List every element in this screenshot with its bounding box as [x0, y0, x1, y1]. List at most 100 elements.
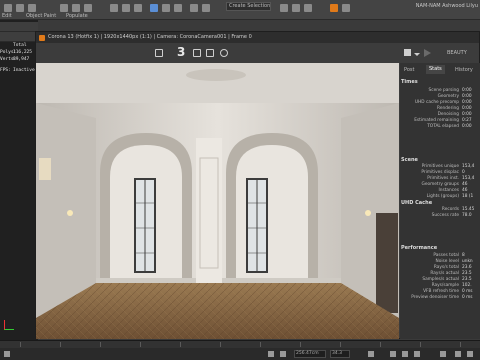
- select-by-name-icon[interactable]: [72, 4, 80, 12]
- next-frame-icon[interactable]: [414, 351, 420, 357]
- time-config-icon[interactable]: [440, 351, 446, 357]
- stat-value: 23.6: [462, 265, 472, 270]
- undo-icon[interactable]: [4, 4, 12, 12]
- selection-set-dropdown[interactable]: Create Selection Se: [226, 2, 271, 11]
- stat-value: 46: [462, 188, 468, 193]
- stat-value: 0:00: [462, 94, 472, 99]
- tick: [460, 342, 461, 347]
- tick: [20, 342, 21, 347]
- select-icon[interactable]: [60, 4, 68, 12]
- copy-icon[interactable]: [193, 49, 201, 57]
- section-performance: Performance: [401, 245, 438, 251]
- stat-key: Geometry groups: [421, 182, 459, 187]
- stat-key: Preview denoiser time: [411, 295, 459, 300]
- link-icon[interactable]: [28, 4, 36, 12]
- scale-icon[interactable]: [134, 4, 142, 12]
- stat-value: 0:00: [462, 112, 472, 117]
- render-play-icon[interactable]: [424, 49, 431, 57]
- absolute-mode-icon[interactable]: [280, 351, 286, 357]
- rotate-icon[interactable]: [122, 4, 130, 12]
- stat-key: Rendering: [437, 106, 459, 111]
- stat-key: Records: [441, 207, 459, 212]
- viewport-label-bar[interactable]: [0, 22, 38, 32]
- stat-row: Success rate 78.0: [400, 213, 480, 219]
- stat-value: 0 ms: [462, 295, 473, 300]
- stat-value: 23.5: [462, 277, 472, 282]
- stat-value: 0:00: [462, 106, 472, 111]
- fps-value: Inactive: [13, 68, 35, 73]
- tab-post[interactable]: Post: [404, 67, 414, 73]
- stat-value: 0 ms: [462, 289, 473, 294]
- stat-key: Lights (groups): [426, 194, 459, 199]
- corona-icon[interactable]: [330, 4, 338, 12]
- tick: [140, 342, 141, 347]
- stat-row: Preview denoiser time 0 ms: [400, 295, 480, 301]
- stat-key: TOTAL elapsed: [427, 124, 459, 129]
- max-main-toolbar: Create Selection Se NAM-NAM Ashwood Lily…: [0, 0, 480, 20]
- stat-value: 0:00: [462, 124, 472, 129]
- channel-selector[interactable]: BEAUTY: [447, 50, 467, 56]
- stat-value: 153,4: [462, 164, 475, 169]
- stat-key: Noise level: [435, 259, 459, 264]
- move-icon[interactable]: [110, 4, 118, 12]
- coord-x-field[interactable]: 256.47cm: [294, 350, 326, 358]
- percent-snap-icon[interactable]: [174, 4, 182, 12]
- lock-selection-icon[interactable]: [268, 351, 274, 357]
- render-icon[interactable]: [304, 4, 312, 12]
- ribbon-tab-object-paint[interactable]: Object Paint: [26, 13, 56, 20]
- maxscript-icon[interactable]: [4, 351, 10, 357]
- stat-key: Scene parsing: [428, 88, 459, 93]
- stat-key: Success rate: [431, 213, 459, 218]
- tick: [260, 342, 261, 347]
- snap-icon[interactable]: [150, 4, 158, 12]
- stat-key: Rays/s actual: [430, 271, 459, 276]
- stat-key: Primitives unique: [421, 164, 459, 169]
- stats-panel: Post Stats History Times Scene parsing 0:…: [400, 63, 480, 339]
- zoom-extents-icon[interactable]: [455, 351, 461, 357]
- rect-select-icon[interactable]: [84, 4, 92, 12]
- dropdown-arrow-icon[interactable]: [414, 53, 420, 56]
- axis-gizmo-icon: [4, 320, 14, 330]
- ribbon-tab-edit[interactable]: Edit: [2, 13, 12, 20]
- coord-y-field[interactable]: 34.3: [330, 350, 350, 358]
- ribbon-tab-populate[interactable]: Populate: [66, 13, 88, 20]
- angle-snap-icon[interactable]: [162, 4, 170, 12]
- stat-value: 0: [462, 170, 465, 175]
- align-icon[interactable]: [202, 4, 210, 12]
- auto-key-icon[interactable]: [368, 351, 374, 357]
- polys-value: 116,225: [13, 50, 32, 55]
- panel-tabs: Post Stats History: [400, 65, 480, 76]
- time-ruler[interactable]: [0, 341, 480, 348]
- mirror-icon[interactable]: [190, 4, 198, 12]
- stat-key: UHD cache precomp: [414, 100, 459, 105]
- vfb-toolbar: 3 BEAUTY: [36, 43, 479, 63]
- stat-key: Rays/s total: [433, 265, 459, 270]
- corona-tools-icon[interactable]: [342, 4, 350, 12]
- viewport-left: Total Polys: 116,225 Verts: 89,947 FPS: …: [0, 20, 38, 340]
- prev-frame-icon[interactable]: [390, 351, 396, 357]
- tab-history[interactable]: History: [455, 67, 473, 73]
- pan-view-icon[interactable]: [467, 351, 473, 357]
- stat-key: Passes total: [433, 253, 459, 258]
- tab-stats[interactable]: Stats: [426, 65, 445, 74]
- tick: [220, 342, 221, 347]
- stat-value: 102.: [462, 283, 472, 288]
- stat-value: 78.0: [462, 213, 472, 218]
- region-icon[interactable]: [206, 49, 214, 57]
- render-image[interactable]: [36, 63, 399, 339]
- stop-icon[interactable]: [404, 49, 411, 56]
- material-editor-icon[interactable]: [280, 4, 288, 12]
- play-icon[interactable]: [402, 351, 408, 357]
- stat-key: Geometry: [437, 94, 459, 99]
- title-bar-right: NAM-NAM Ashwood Lilyu: [415, 3, 478, 9]
- vfb-title-bar: Corona 13 (Hotfix 1) | 1920x1440px (1:1)…: [36, 32, 479, 43]
- stat-value: unkn: [462, 259, 473, 264]
- zoom-icon[interactable]: [220, 49, 228, 57]
- timeline-bar: 256.47cm 34.3: [0, 340, 480, 360]
- viewport-label-bar-2[interactable]: [0, 32, 38, 42]
- render-setup-icon[interactable]: [292, 4, 300, 12]
- redo-icon[interactable]: [16, 4, 24, 12]
- save-icon[interactable]: [155, 49, 163, 57]
- stat-key: Estimated remaining: [414, 118, 459, 123]
- ribbon-tabs: Edit Object Paint Populate: [0, 13, 480, 20]
